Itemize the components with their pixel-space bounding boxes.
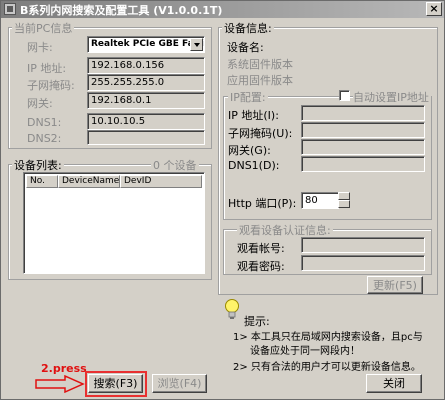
update-button[interactable]: 更新(F5) <box>367 276 423 294</box>
device-mask-field[interactable] <box>301 122 425 138</box>
chevron-down-icon[interactable] <box>190 38 203 51</box>
view-password-field[interactable] <box>301 255 425 271</box>
pc-dns1-label: DNS1: <box>27 116 62 129</box>
view-account-field[interactable] <box>301 237 425 253</box>
http-port-label: Http 端口(P): <box>228 197 297 210</box>
pc-mask-field: 255.255.255.0 <box>87 74 205 91</box>
spin-down-icon[interactable] <box>338 200 350 208</box>
pc-dns2-label: DNS2: <box>27 132 62 145</box>
pc-gateway-field: 192.168.0.1 <box>87 92 205 109</box>
view-account-label: 观看帐号: <box>237 242 285 255</box>
pc-mask-label: 子网掩码: <box>27 79 75 92</box>
system-firmware-label: 系统固件版本 <box>227 58 293 71</box>
nic-label: 网卡: <box>27 41 53 54</box>
hint-line-3: 2> 只有合法的用户才可以更新设备信息。 <box>233 362 421 373</box>
auth-legend: 观看设备认证信息: <box>237 222 333 238</box>
browse-button[interactable]: 浏览(F4) <box>152 374 207 393</box>
window-close-button[interactable]: × <box>426 2 442 16</box>
app-firmware-label: 应用固件版本 <box>227 74 293 87</box>
ip-config-legend: IP配置: <box>228 89 268 105</box>
pc-ip-field: 192.168.0.156 <box>87 57 205 74</box>
column-header-device-name[interactable]: DeviceName <box>58 175 120 188</box>
pc-ip-label: IP 地址: <box>27 62 67 75</box>
hint-line-2: 设备应处于同一网段内！ <box>250 346 360 357</box>
column-header-no[interactable]: No. <box>26 175 58 188</box>
arrow-right-icon <box>35 375 85 393</box>
window-title: B系列内网搜索及配置工具 (V1.0.0.1T) <box>20 4 223 17</box>
device-dns1-field[interactable] <box>301 156 425 172</box>
title-bar[interactable]: B系列内网搜索及配置工具 (V1.0.0.1T) × <box>1 1 444 18</box>
http-port-spinner[interactable] <box>338 192 350 208</box>
device-list-legend: 设备列表: <box>12 157 64 173</box>
device-count: 0 个设备 <box>151 157 199 173</box>
device-ip-label: IP 地址(I): <box>228 109 279 122</box>
close-button[interactable]: 关闭 <box>366 374 422 393</box>
device-info-legend: 设备信息: <box>222 20 274 36</box>
hint-line-1: 1> 本工具只在局域网内搜索设备，且pc与 <box>233 332 423 343</box>
device-dns1-label: DNS1(D): <box>228 159 280 172</box>
device-list[interactable]: No. DeviceName DevID <box>23 172 205 274</box>
nic-select[interactable]: Realtek PCIe GBE Fami <box>87 36 205 53</box>
device-mask-label: 子网掩码(U): <box>228 127 293 140</box>
device-gateway-field[interactable] <box>301 139 425 155</box>
spin-up-icon[interactable] <box>338 192 350 200</box>
device-gateway-label: 网关(G): <box>228 144 271 157</box>
auto-ip-label: 自动设置IP地址 <box>353 89 431 105</box>
pc-info-legend: 当前PC信息 <box>12 20 75 36</box>
auto-ip-checkbox[interactable] <box>339 90 350 101</box>
nic-select-value: Realtek PCIe GBE Fami <box>91 39 205 49</box>
device-ip-field[interactable] <box>301 105 425 121</box>
device-name-label: 设备名: <box>227 41 264 54</box>
view-password-label: 观看密码: <box>237 260 285 273</box>
main-window: B系列内网搜索及配置工具 (V1.0.0.1T) × 当前PC信息 网卡: Re… <box>0 0 445 400</box>
app-icon <box>4 3 16 15</box>
step-annotation-text: 2.press <box>41 362 87 375</box>
pc-dns1-field: 10.10.10.5 <box>87 113 205 130</box>
pc-dns2-field <box>87 130 205 145</box>
hint-title: 提示: <box>244 315 270 328</box>
http-port-field[interactable]: 80 <box>301 192 339 209</box>
pc-gateway-label: 网关: <box>27 97 53 110</box>
lightbulb-icon <box>225 299 239 319</box>
search-button-highlight <box>85 371 147 397</box>
column-header-dev-id[interactable]: DevID <box>120 175 202 188</box>
